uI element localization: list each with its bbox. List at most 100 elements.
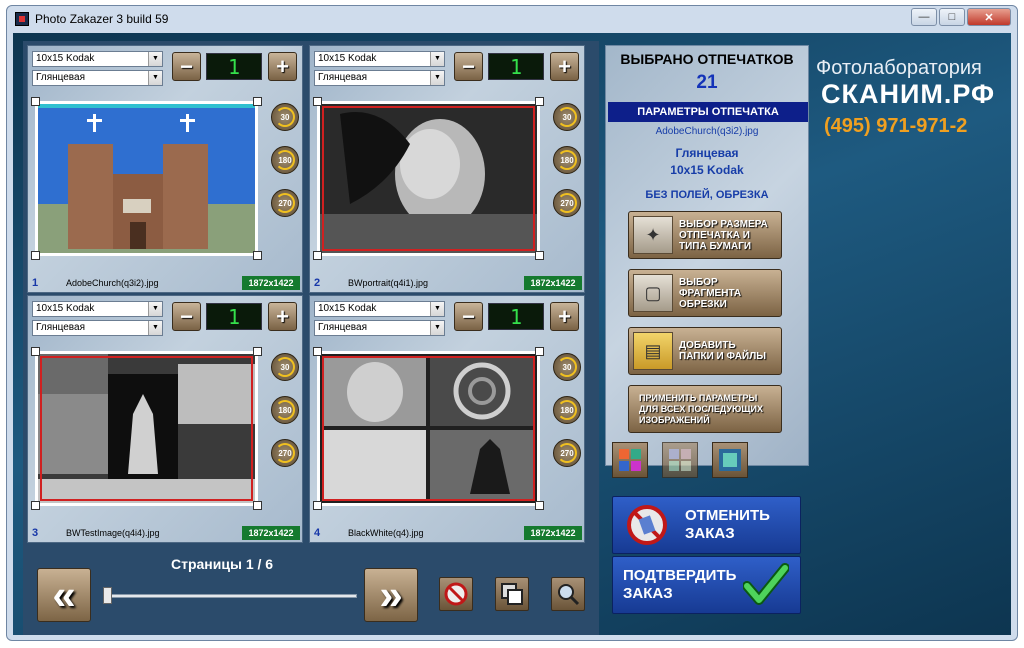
rotate-180-button[interactable]: 180 <box>271 146 299 174</box>
paper-type-select[interactable]: Глянцевая ▼ <box>314 70 445 86</box>
crop-handle[interactable] <box>535 251 544 260</box>
crop-area-icon: ▢ <box>633 274 673 312</box>
print-size-select[interactable]: 10x15 Kodak ▼ <box>32 301 163 317</box>
rotate-270-button[interactable]: 270 <box>553 189 581 217</box>
decrease-quantity-button[interactable]: − <box>172 302 201 331</box>
photo-preview[interactable] <box>31 97 262 260</box>
photo-cell-4: 10x15 Kodak ▼ Глянцевая ▼ − 1 + 30 180 2… <box>309 295 585 543</box>
increase-quantity-button[interactable]: + <box>268 52 297 81</box>
photo-image <box>320 104 537 253</box>
rotate-180-button[interactable]: 180 <box>553 396 581 424</box>
single-view-button[interactable] <box>712 442 748 478</box>
photo-preview[interactable] <box>31 347 262 510</box>
crop-handle[interactable] <box>535 97 544 106</box>
resolution-badge: 1872x1422 <box>524 276 582 290</box>
photo-preview[interactable] <box>313 97 544 260</box>
crop-handle[interactable] <box>253 251 262 260</box>
increase-quantity-button[interactable]: + <box>268 302 297 331</box>
rotate-270-button[interactable]: 270 <box>553 439 581 467</box>
print-params-header: ПАРАМЕТРЫ ОТПЕЧАТКА <box>608 102 808 122</box>
add-folders-files-label: ДОБАВИТЬ ПАПКИ И ФАЙЛЫ <box>679 340 767 362</box>
zoom-button[interactable] <box>551 577 585 611</box>
rotate-30-button[interactable]: 30 <box>271 353 299 381</box>
paper-type-select[interactable]: Глянцевая ▼ <box>32 70 163 86</box>
checkmark-icon <box>743 563 789 605</box>
crop-handle[interactable] <box>313 251 322 260</box>
file-name: BWTestImage(q4i4).jpg <box>66 528 160 538</box>
rotate-270-button[interactable]: 270 <box>271 189 299 217</box>
cancel-order-button[interactable]: ОТМЕНИТЬ ЗАКАЗ <box>612 496 801 554</box>
crop-handle[interactable] <box>253 347 262 356</box>
crop-handle[interactable] <box>253 97 262 106</box>
crop-handle[interactable] <box>31 501 40 510</box>
print-size-select[interactable]: 10x15 Kodak ▼ <box>314 51 445 67</box>
select-crop-area-button[interactable]: ▢ ВЫБОР ФРАГМЕНТА ОБРЕЗКИ <box>628 269 782 317</box>
increase-quantity-button[interactable]: + <box>550 302 579 331</box>
client-area: 10x15 Kodak ▼ Глянцевая ▼ − 1 + 30 180 2… <box>13 33 1011 635</box>
brand-phone: (495) 971-971-2 <box>824 115 968 137</box>
crop-handle[interactable] <box>31 251 40 260</box>
rotate-270-button[interactable]: 270 <box>271 439 299 467</box>
next-page-button[interactable]: » <box>364 568 418 622</box>
file-name: AdobeChurch(q3i2).jpg <box>66 278 159 288</box>
title-bar[interactable]: Photo Zakazer 3 build 59 — □ ✕ <box>7 6 1017 31</box>
crop-handle[interactable] <box>253 501 262 510</box>
magnifier-icon <box>558 584 580 606</box>
paper-type-value: Глянцевая <box>36 72 85 83</box>
rotate-30-button[interactable]: 30 <box>553 353 581 381</box>
rotate-180-button[interactable]: 180 <box>271 396 299 424</box>
print-size-select[interactable]: 10x15 Kodak ▼ <box>314 301 445 317</box>
select-size-paper-label: ВЫБОР РАЗМЕРА ОТПЕЧАТКА И ТИПА БУМАГИ <box>679 218 768 252</box>
decrease-quantity-button[interactable]: − <box>454 52 483 81</box>
grid-4x4-button[interactable] <box>612 442 648 478</box>
page-slider-thumb[interactable] <box>103 587 112 604</box>
chevron-down-icon: ▼ <box>430 302 444 316</box>
select-size-paper-button[interactable]: ✦ ВЫБОР РАЗМЕРА ОТПЕЧАТКА И ТИПА БУМАГИ <box>628 211 782 259</box>
chevron-down-icon: ▼ <box>148 52 162 66</box>
window-controls: — □ ✕ <box>911 8 1011 26</box>
window-title: Photo Zakazer 3 build 59 <box>35 11 169 26</box>
photo-preview[interactable] <box>313 347 544 510</box>
close-button[interactable]: ✕ <box>967 8 1011 26</box>
grid-2x2-button[interactable] <box>662 442 698 478</box>
copy-layout-button[interactable] <box>495 577 529 611</box>
increase-quantity-button[interactable]: + <box>550 52 579 81</box>
crop-handle[interactable] <box>313 501 322 510</box>
decrease-quantity-button[interactable]: − <box>454 302 483 331</box>
chevron-down-icon: ▼ <box>148 302 162 316</box>
rotate-30-button[interactable]: 30 <box>553 103 581 131</box>
add-folders-files-button[interactable]: ▤ ДОБАВИТЬ ПАПКИ И ФАЙЛЫ <box>628 327 782 375</box>
paper-type-select[interactable]: Глянцевая ▼ <box>314 320 445 336</box>
photo-index: 2 <box>314 277 321 289</box>
crop-handle[interactable] <box>535 347 544 356</box>
crop-handle[interactable] <box>31 347 40 356</box>
chevron-down-icon: ▼ <box>148 321 162 335</box>
previous-page-button[interactable]: « <box>37 568 91 622</box>
photo-cell-3: 10x15 Kodak ▼ Глянцевая ▼ − 1 + 30 180 2… <box>27 295 303 543</box>
confirm-order-button[interactable]: ПОДТВЕРДИТЬ ЗАКАЗ <box>612 556 801 614</box>
selected-prints-count: 21 <box>696 72 718 93</box>
decrease-quantity-button[interactable]: − <box>172 52 201 81</box>
apply-params-all-button[interactable]: ПРИМЕНИТЬ ПАРАМЕТРЫ ДЛЯ ВСЕХ ПОСЛЕДУЮЩИХ… <box>628 385 782 433</box>
resolution-badge: 1872x1422 <box>242 526 300 540</box>
minimize-button[interactable]: — <box>911 8 937 26</box>
crop-handle[interactable] <box>313 347 322 356</box>
print-size-select[interactable]: 10x15 Kodak ▼ <box>32 51 163 67</box>
paper-type-select[interactable]: Глянцевая ▼ <box>32 320 163 336</box>
rotate-30-button[interactable]: 30 <box>271 103 299 131</box>
crop-handle[interactable] <box>31 97 40 106</box>
photo-cell-2: 10x15 Kodak ▼ Глянцевая ▼ − 1 + 30 180 2… <box>309 45 585 293</box>
select-crop-area-label: ВЫБОР ФРАГМЕНТА ОБРЕЗКИ <box>679 276 742 310</box>
clear-selection-button[interactable] <box>439 577 473 611</box>
crop-handle[interactable] <box>535 501 544 510</box>
chevron-down-icon: ▼ <box>430 321 444 335</box>
prohibited-icon <box>444 582 468 606</box>
crop-handle[interactable] <box>313 97 322 106</box>
crop-frame-icon: ✦ <box>633 216 673 254</box>
paper-type-value: Глянцевая <box>36 322 85 333</box>
rotate-180-button[interactable]: 180 <box>553 146 581 174</box>
page-slider[interactable] <box>107 594 357 598</box>
crop-mode: БЕЗ ПОЛЕЙ, ОБРЕЗКА <box>645 189 769 201</box>
apply-params-all-label: ПРИМЕНИТЬ ПАРАМЕТРЫ ДЛЯ ВСЕХ ПОСЛЕДУЮЩИХ… <box>639 392 763 425</box>
maximize-button[interactable]: □ <box>939 8 965 26</box>
